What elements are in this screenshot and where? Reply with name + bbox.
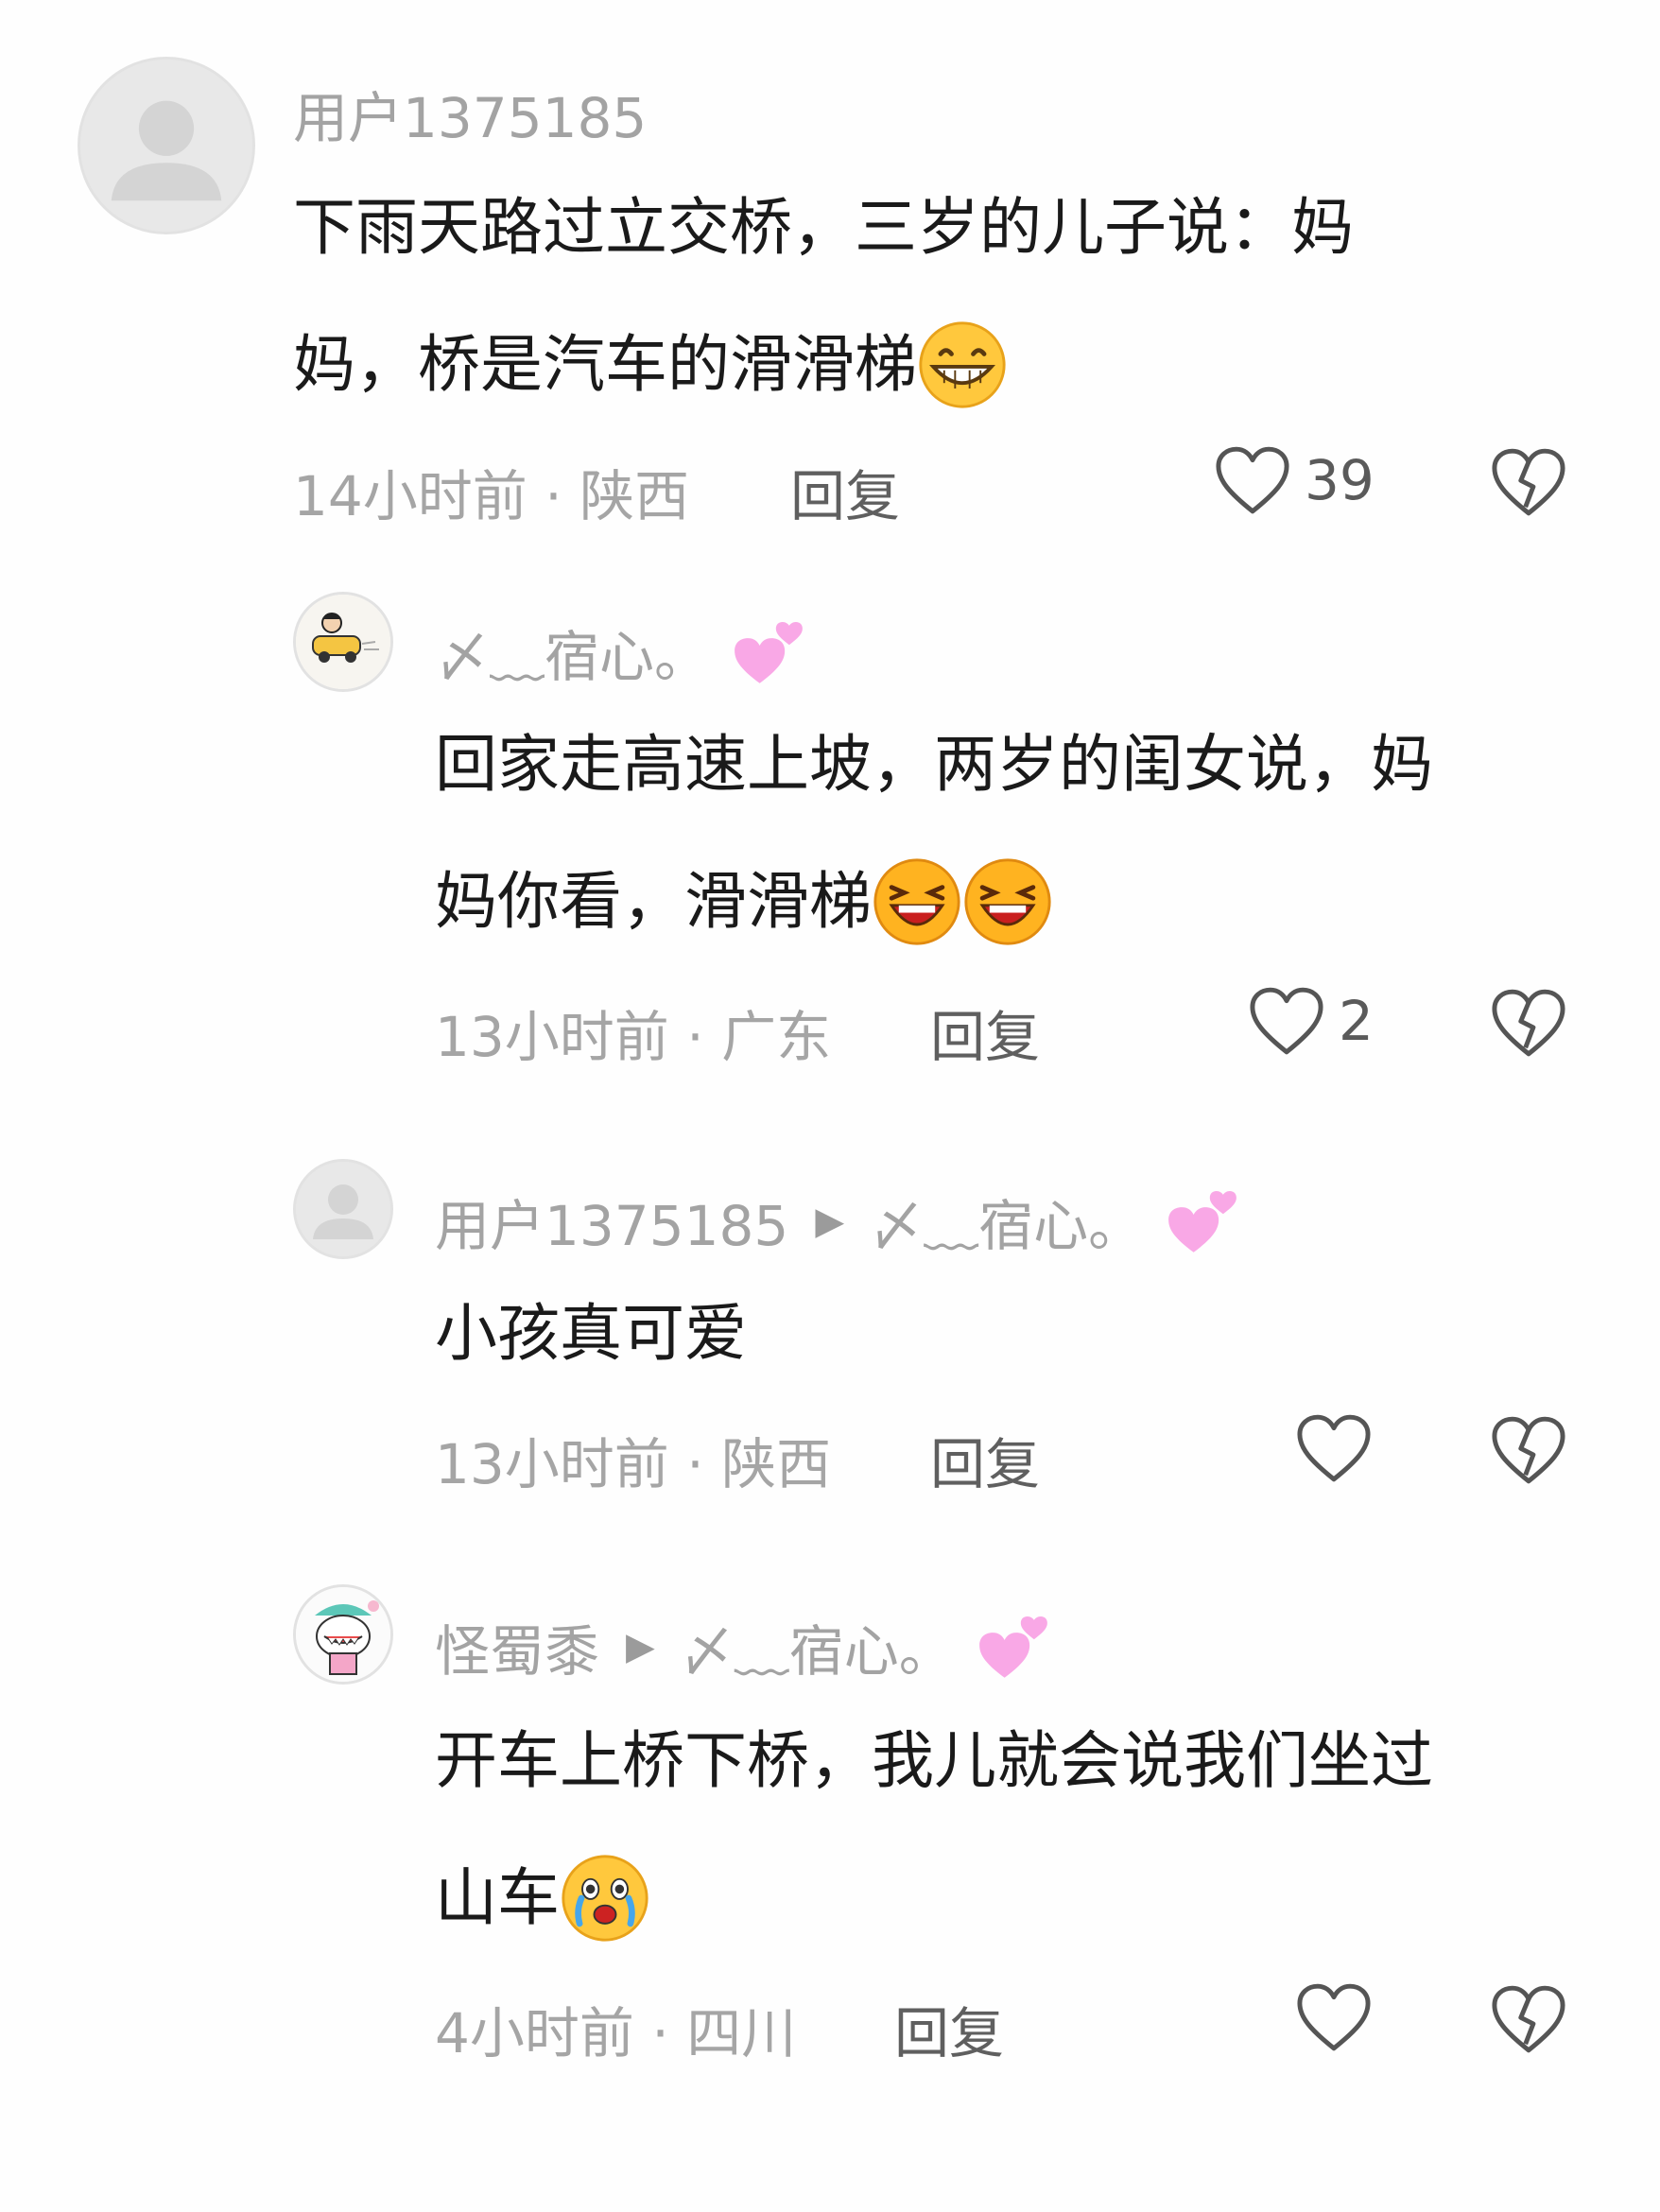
comment-text: 小孩真可爱 [435,1265,747,1402]
text-line: 回家走高速上坡，两岁的闺女说，妈 [435,728,1433,801]
avatar[interactable] [78,57,255,234]
text-line: 开车上桥下桥，我儿就会说我们坐过 [435,1724,1433,1797]
reply-to-username[interactable]: 〆﹏宿心。 [869,1182,1143,1261]
heart-outline-icon [1297,1414,1371,1482]
like-button[interactable] [1295,1981,1373,2053]
time-location: 14小时前 · 陕西 [293,464,690,528]
broken-heart-icon[interactable] [1490,987,1567,1059]
username-row: 用户1375185 ▶ 〆﹏宿心。 [435,1182,1239,1261]
laughing-face-icon [964,857,1051,945]
username-row: 怪蜀黍 ▶ 〆﹏宿心。 [435,1607,1050,1686]
cartoon-car-avatar-icon [296,595,390,689]
text-line: 妈你看，滑滑梯 [435,865,872,938]
reply-button[interactable]: 回复 [930,993,1040,1072]
broken-heart-icon[interactable] [1490,1414,1567,1486]
username[interactable]: 怪蜀黍 [435,1607,599,1686]
like-button[interactable]: 2 [1248,985,1374,1057]
text-line: 小孩真可爱 [435,1297,747,1370]
pink-hearts-icon [735,622,803,683]
grinning-face-icon [919,320,1006,408]
username[interactable]: 用户1375185 [293,74,647,153]
text-line: 妈，桥是汽车的滑滑梯 [293,328,917,401]
pink-hearts-icon [1168,1191,1236,1253]
default-user-icon [80,60,252,232]
reply-button[interactable]: 回复 [790,452,900,531]
like-button[interactable]: 39 [1214,444,1375,516]
reply-to-username[interactable]: 〆﹏宿心。 [680,1607,954,1686]
crying-face-icon [562,1854,648,1942]
comment-meta: 13小时前 · 陕西 [435,1420,831,1499]
broken-heart-icon[interactable] [1490,1983,1567,2055]
like-button[interactable] [1295,1412,1373,1484]
time-location: 4小时前 · 四川 [435,2001,797,2065]
reply-arrow-icon: ▶ [626,1625,655,1668]
like-count: 39 [1305,448,1375,512]
heart-outline-icon [1250,987,1323,1055]
pink-hearts-icon [978,1616,1047,1678]
heart-outline-icon [1216,446,1289,514]
text-line: 山车 [435,1861,560,1934]
comment-text: 回家走高速上坡，两岁的闺女说，妈 妈你看，滑滑梯 [435,696,1433,970]
comment-text: 下雨天路过立交桥，三岁的儿子说：妈 妈，桥是汽车的滑滑梯 [293,159,1354,433]
comment-meta: 13小时前 · 广东 [435,993,831,1072]
avatar[interactable] [293,1159,393,1259]
reply-arrow-icon: ▶ [815,1200,845,1243]
reply-button[interactable]: 回复 [930,1420,1040,1499]
username-row: 〆﹏宿心。 [435,613,805,692]
username[interactable]: 〆﹏宿心。 [435,613,709,692]
reply-button[interactable]: 回复 [894,1989,1004,2068]
username[interactable]: 用户1375185 [435,1182,788,1261]
broken-heart-icon[interactable] [1490,446,1567,518]
comment-text: 开车上桥下桥，我儿就会说我们坐过 山车 [435,1692,1433,1966]
comment-meta: 4小时前 · 四川 [435,1989,796,2068]
avatar[interactable] [293,592,393,692]
text-line: 下雨天路过立交桥，三岁的儿子说：妈 [293,191,1354,264]
default-user-icon [296,1162,390,1256]
comment-meta: 14小时前 · 陕西 [293,452,689,531]
heart-outline-icon [1297,1983,1371,2051]
time-location: 13小时前 · 广东 [435,1005,832,1069]
avatar[interactable] [293,1584,393,1685]
cartoon-monster-avatar-icon [296,1587,390,1682]
laughing-face-icon [873,857,960,945]
time-location: 13小时前 · 陕西 [435,1432,832,1496]
username-row: 用户1375185 [293,74,647,153]
like-count: 2 [1339,989,1374,1053]
